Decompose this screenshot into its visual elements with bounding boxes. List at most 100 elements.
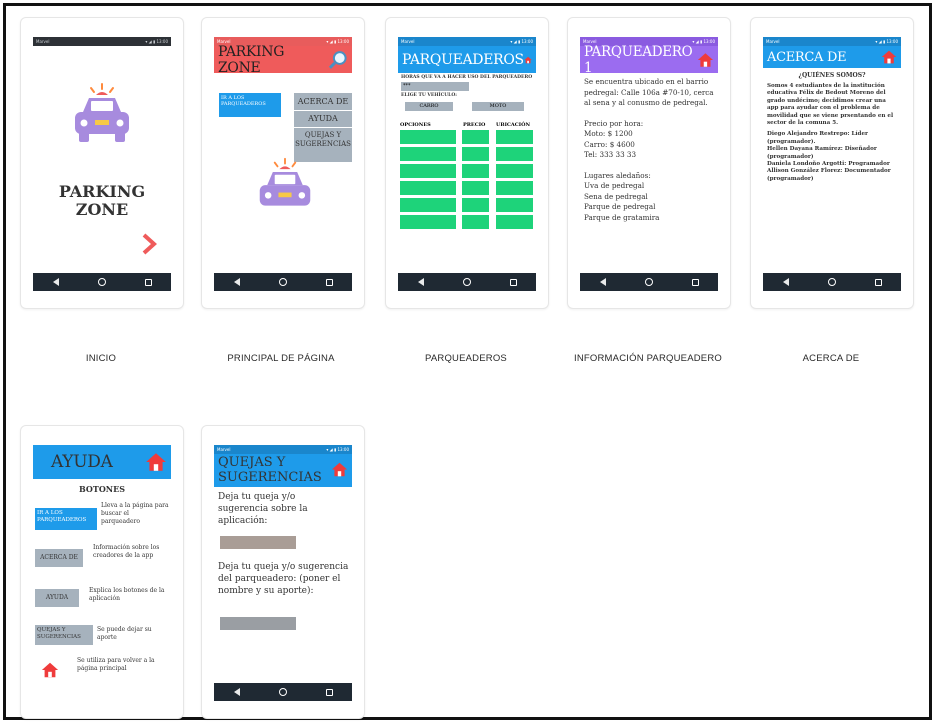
opcion-cell[interactable] xyxy=(400,164,456,178)
precio-title: Precio por hora: xyxy=(584,118,644,128)
ubicacion-cell[interactable] xyxy=(496,164,533,178)
back-icon[interactable] xyxy=(233,278,240,286)
screen-card-ayuda[interactable]: AYUDA BOTONES IR A LOS PARQUEADEROS Llev… xyxy=(20,425,184,719)
back-icon[interactable] xyxy=(52,278,59,286)
info-description: Se encuentra ubicado en el barrio pedreg… xyxy=(584,77,714,107)
ubicacion-cell[interactable] xyxy=(496,147,533,161)
ir-parqueaderos-button[interactable]: IR A LOS PARQUEADEROS xyxy=(219,93,281,117)
chevron-right-icon xyxy=(142,233,157,255)
precio-cell[interactable] xyxy=(462,130,489,144)
opcion-cell[interactable] xyxy=(400,130,456,144)
ubicacion-cell[interactable] xyxy=(496,130,533,144)
header-bar: PARKING ZONE xyxy=(214,44,352,76)
android-nav-bar xyxy=(214,273,352,291)
moto-button[interactable]: MOTO xyxy=(472,102,524,111)
precio-cell[interactable] xyxy=(462,215,489,229)
ir-parqueaderos-sample: IR A LOS PARQUEADEROS xyxy=(35,508,97,530)
precio-cell[interactable] xyxy=(462,164,489,178)
ubicacion-cell[interactable] xyxy=(496,198,533,212)
phone-screen: Marvel ▾ ◢ ▮ 13:00 PARKING ZONE IR A LOS … xyxy=(214,37,352,291)
precio-cell[interactable] xyxy=(462,181,489,195)
back-icon[interactable] xyxy=(233,688,240,696)
home-icon[interactable] xyxy=(524,51,532,69)
back-icon[interactable] xyxy=(599,278,606,286)
recents-icon[interactable] xyxy=(691,278,699,286)
home-icon[interactable] xyxy=(145,451,167,473)
recents-icon[interactable] xyxy=(874,278,882,286)
about-paragraph: Somos 4 estudiantes de la institución ed… xyxy=(767,83,894,127)
phone-screen: Marvel ▾ ◢ ▮ 13:00 PARKING ZONE xyxy=(33,37,171,291)
app-title: PARKING ZONE xyxy=(58,182,146,219)
info-body: Se encuentra ubicado en el barrio pedreg… xyxy=(584,77,714,223)
opcion-cell[interactable] xyxy=(400,147,456,161)
precio-cell[interactable] xyxy=(462,147,489,161)
horas-label: HORAS QUE VA A HACER USO DEL PARQUEADERO xyxy=(401,75,533,80)
back-icon[interactable] xyxy=(417,278,424,286)
android-nav-bar xyxy=(580,273,718,291)
help-text: Lleva a la página para buscar el parquea… xyxy=(101,502,169,525)
car-icon xyxy=(75,83,129,142)
opcion-cell[interactable] xyxy=(400,215,456,229)
horas-input[interactable]: *** xyxy=(401,82,469,91)
header-bar: PARQUEADERO 1 xyxy=(580,43,718,76)
opcion-cell[interactable] xyxy=(400,198,456,212)
header-title: QUEJAS Y SUGERENCIAS xyxy=(218,455,322,485)
subtitle: ¿QUIÉNES SOMOS? xyxy=(798,72,866,79)
queja-parqueadero-input[interactable] xyxy=(220,617,296,630)
home-icon[interactable] xyxy=(881,49,897,65)
screen-card-inicio[interactable]: Marvel ▾ ◢ ▮ 13:00 PARKING ZONE xyxy=(20,17,184,309)
status-bar: Marvel ▾ ◢ ▮ 13:00 xyxy=(398,37,536,46)
home-circle-icon[interactable] xyxy=(462,278,471,286)
home-icon[interactable] xyxy=(331,461,348,478)
screen-card-principal[interactable]: Marvel ▾ ◢ ▮ 13:00 PARKING ZONE IR A LOS … xyxy=(201,17,365,309)
acerca-sample: ACERCA DE xyxy=(35,549,83,567)
ubicacion-cell[interactable] xyxy=(496,181,533,195)
header-title: AYUDA xyxy=(51,452,113,472)
screen-card-parqueaderos[interactable]: Marvel ▾ ◢ ▮ 13:00 PARQUEADEROS HORAS QUE… xyxy=(385,17,549,309)
search-icon[interactable] xyxy=(328,50,348,70)
precio-cell[interactable] xyxy=(462,198,489,212)
col-opciones: OPCIONES xyxy=(400,122,431,128)
home-circle-icon[interactable] xyxy=(644,278,653,286)
opcion-cell[interactable] xyxy=(400,181,456,195)
home-circle-icon[interactable] xyxy=(278,688,287,696)
recents-icon[interactable] xyxy=(509,278,517,286)
member-item: Hellen Dayana Ramírez: Diseñador (progra… xyxy=(767,146,877,160)
phone-screen: Marvel ▾ ◢ ▮ 13:00 QUEJAS Y SUGERENCIAS De… xyxy=(214,445,352,701)
vehiculo-label: ELIGE TU VEHÍCULO: xyxy=(401,93,457,98)
status-bar: Marvel ▾ ◢ ▮ 13:00 xyxy=(214,445,352,454)
caption-informacion: INFORMACIÓN PARQUEADERO xyxy=(574,353,722,364)
car-icon xyxy=(259,157,311,206)
screen-card-quejas[interactable]: Marvel ▾ ◢ ▮ 13:00 QUEJAS Y SUGERENCIAS De… xyxy=(201,425,365,719)
carro-button[interactable]: CARRO xyxy=(405,102,453,111)
telefono: Tel: 333 33 33 xyxy=(584,150,637,159)
home-icon[interactable] xyxy=(697,51,714,69)
screen-card-acerca[interactable]: Marvel ▾ ◢ ▮ 13:00 ACERCA DE ¿QUIÉNES SOM… xyxy=(750,17,914,309)
phone-screen: AYUDA BOTONES IR A LOS PARQUEADEROS Llev… xyxy=(33,445,171,707)
screen-card-informacion[interactable]: Marvel ▾ ◢ ▮ 13:00 PARQUEADERO 1 Se encue… xyxy=(567,17,731,309)
home-circle-icon[interactable] xyxy=(97,278,106,286)
col-ubicacion: UBICACIÓN xyxy=(496,122,531,128)
ubicacion-cell[interactable] xyxy=(496,215,533,229)
lugar-item: Sena de pedregal xyxy=(584,191,648,201)
next-arrow-button[interactable] xyxy=(141,233,157,255)
android-nav-bar xyxy=(398,273,536,291)
recents-icon[interactable] xyxy=(325,278,333,286)
recents-icon[interactable] xyxy=(325,688,333,696)
header-title: ACERCA DE xyxy=(767,49,847,65)
back-icon[interactable] xyxy=(782,278,789,286)
recents-icon[interactable] xyxy=(144,278,152,286)
caption-acerca: ACERCA DE xyxy=(802,353,860,364)
status-bar: Marvel ▾ ◢ ▮ 13:00 xyxy=(763,37,901,46)
ayuda-button[interactable]: AYUDA xyxy=(294,111,352,127)
acerca-de-button[interactable]: ACERCA DE xyxy=(294,93,352,110)
help-text: Se utiliza para volver a la página princ… xyxy=(77,657,155,672)
about-body: Somos 4 estudiantes de la institución ed… xyxy=(767,83,899,183)
help-text: Información sobre los creadores de la ap… xyxy=(93,544,160,559)
header-title: PARQUEADERO 1 xyxy=(584,43,693,76)
queja-app-input[interactable] xyxy=(220,536,296,549)
home-circle-icon[interactable] xyxy=(278,278,287,286)
lugar-item: Uva de pedregal xyxy=(584,181,645,190)
lugar-item: Parque de pedregal xyxy=(584,202,656,211)
home-circle-icon[interactable] xyxy=(827,278,836,286)
